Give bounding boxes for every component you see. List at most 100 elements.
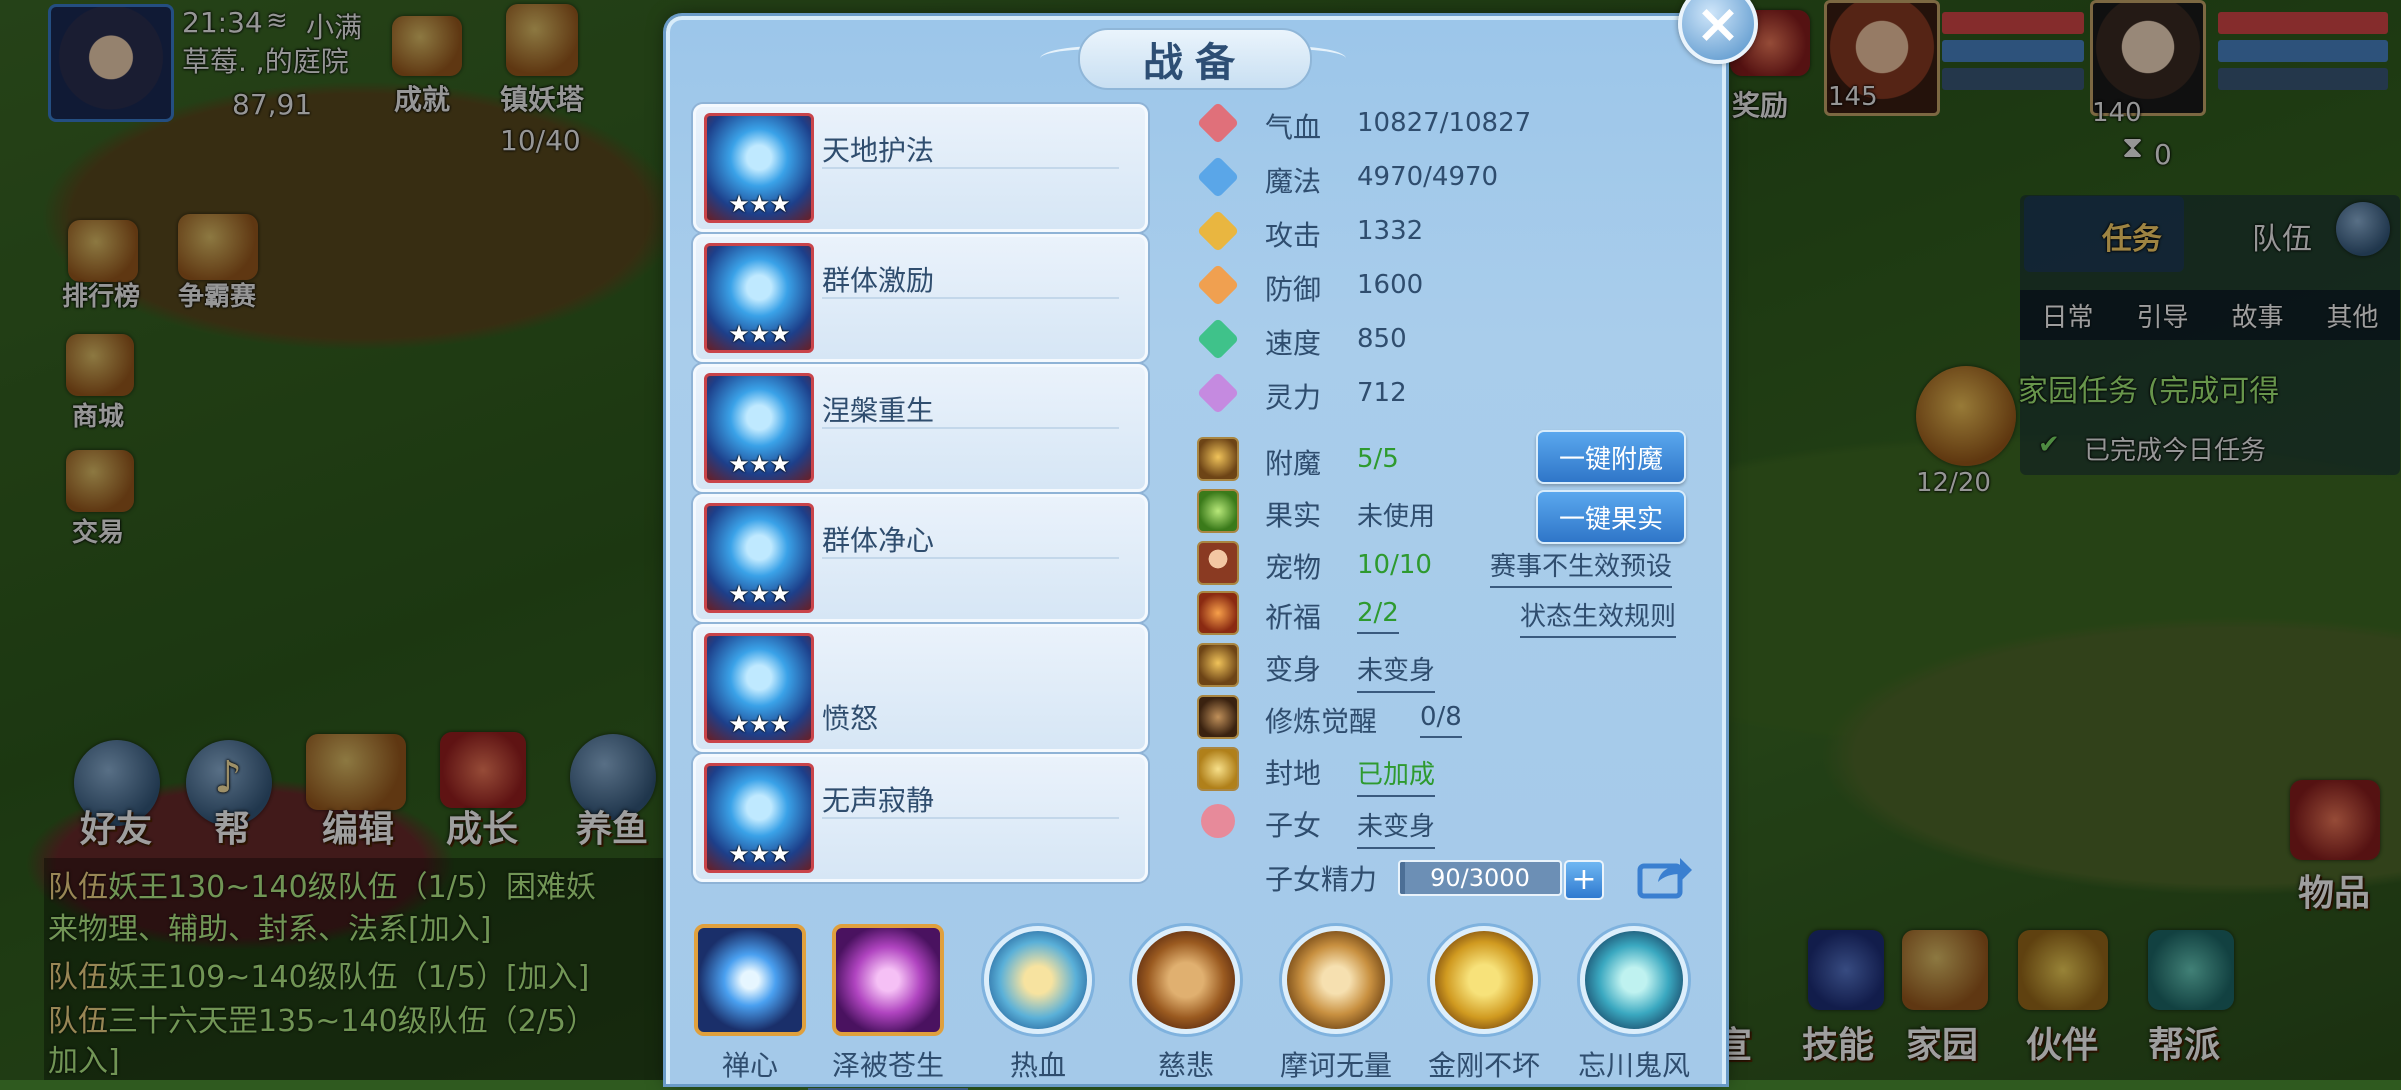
skill-name: 群体净心: [822, 524, 935, 557]
bottom-skill-mercy[interactable]: [1130, 924, 1242, 1036]
skill-card[interactable]: ★★★ 无声寂静: [693, 754, 1148, 882]
extra-label: 修炼觉醒: [1265, 705, 1378, 738]
stat-value: 1332: [1357, 216, 1424, 246]
skill-stars: ★★★: [728, 580, 791, 608]
skill-name: 无声寂静: [822, 784, 935, 817]
skill-stars: ★★★: [728, 450, 791, 478]
divider: [822, 427, 1119, 429]
skill-icon: ★★★: [704, 503, 814, 613]
stat-value: 10827/10827: [1357, 108, 1532, 138]
stat-value: 712: [1357, 378, 1407, 408]
transform-icon: [1197, 643, 1239, 687]
stat-label: 速度: [1265, 327, 1322, 360]
extra-label: 附魔: [1265, 447, 1322, 480]
spirit-icon: [1196, 371, 1240, 415]
extra-label: 祈福: [1265, 601, 1322, 634]
stat-label: 灵力: [1265, 381, 1322, 414]
pet-avatar-icon: [1197, 541, 1239, 585]
share-icon[interactable]: [1636, 852, 1694, 900]
fruit-value: 未使用: [1357, 502, 1436, 532]
skill-card[interactable]: ★★★ 天地护法: [693, 104, 1148, 232]
one-click-enchant-button[interactable]: 一键附魔: [1536, 430, 1686, 484]
skill-name: 愤怒: [822, 702, 879, 735]
skill-icon: ★★★: [704, 243, 814, 353]
extra-label: 封地: [1265, 757, 1322, 790]
bottom-skill-label: 热血: [1009, 1049, 1066, 1082]
blessing-value[interactable]: 2/2: [1357, 598, 1399, 634]
event-preset-link[interactable]: 赛事不生效预设: [1490, 546, 1673, 588]
extra-label: 子女: [1265, 809, 1322, 842]
fief-value[interactable]: 已加成: [1357, 754, 1436, 797]
enchant-icon: [1197, 437, 1239, 481]
blessing-icon: [1197, 591, 1239, 635]
bottom-skill-zen[interactable]: [694, 924, 806, 1036]
skill-stars: ★★★: [728, 190, 791, 218]
skill-frame: [694, 924, 806, 1036]
bottom-skill-infinite[interactable]: [1280, 924, 1392, 1036]
mana-icon: [1196, 155, 1240, 199]
skill-card[interactable]: ★★★ 群体净心: [693, 494, 1148, 622]
defense-icon: [1196, 263, 1240, 307]
dialog-title: 战备: [1078, 28, 1312, 90]
divider: [822, 817, 1119, 819]
extra-label: 果实: [1265, 499, 1322, 532]
add-energy-button[interactable]: +: [1564, 860, 1604, 900]
child-value[interactable]: 未变身: [1357, 806, 1436, 849]
stat-value: 4970/4970: [1357, 162, 1499, 192]
skill-icon: ★★★: [704, 633, 814, 743]
stat-value: 850: [1357, 324, 1407, 354]
bottom-skill-label: 忘川鬼风: [1577, 1049, 1690, 1082]
extra-label: 宠物: [1265, 551, 1322, 584]
stat-label: 魔法: [1265, 165, 1322, 198]
skill-name: 涅槃重生: [822, 394, 935, 427]
bottom-skill-label: 金刚不坏: [1427, 1049, 1540, 1082]
awaken-icon: [1197, 695, 1239, 739]
speed-icon: [1196, 317, 1240, 361]
skill-frame: [1282, 926, 1390, 1034]
bottom-skill-passion[interactable]: [982, 924, 1094, 1036]
skill-name: 群体激励: [822, 264, 935, 297]
stat-label: 气血: [1265, 111, 1322, 144]
bottom-skill-label: 摩诃无量: [1279, 1049, 1392, 1082]
stat-label: 攻击: [1265, 219, 1322, 252]
divider: [822, 167, 1119, 169]
skill-frame: [984, 926, 1092, 1034]
bottom-skill-label: 泽被苍生: [808, 1044, 968, 1090]
skill-frame: [1132, 926, 1240, 1034]
stat-value: 1600: [1357, 270, 1424, 300]
one-click-fruit-button[interactable]: 一键果实: [1536, 490, 1686, 544]
skill-stars: ★★★: [728, 320, 791, 348]
child-energy-bar: 90/3000: [1398, 860, 1562, 896]
transform-value[interactable]: 未变身: [1357, 650, 1436, 693]
attack-icon: [1196, 209, 1240, 253]
child-icon: [1197, 800, 1239, 842]
skill-card[interactable]: ★★★ 愤怒: [693, 624, 1148, 752]
skill-icon: ★★★: [704, 763, 814, 873]
status-rules-link[interactable]: 状态生效规则: [1520, 596, 1677, 638]
divider: [822, 557, 1119, 559]
skill-card[interactable]: ★★★ 涅槃重生: [693, 364, 1148, 492]
stat-label: 防御: [1265, 273, 1322, 306]
fruit-icon: [1197, 489, 1239, 533]
energy-value: 90/3000: [1430, 864, 1530, 892]
skill-icon: ★★★: [704, 373, 814, 483]
divider: [822, 297, 1119, 299]
skill-frame: [832, 924, 944, 1036]
skill-stars: ★★★: [728, 710, 791, 738]
skill-frame: [1430, 926, 1538, 1034]
bottom-skill-ghostwind[interactable]: [1578, 924, 1690, 1036]
awaken-value[interactable]: 0/8: [1420, 702, 1462, 738]
pet-value: 10/10: [1357, 550, 1432, 580]
bottom-skill-blessing[interactable]: [832, 924, 944, 1036]
skill-icon: ★★★: [704, 113, 814, 223]
skill-stars: ★★★: [728, 840, 791, 868]
extra-label: 变身: [1265, 653, 1322, 686]
bottom-skill-label: 禅心: [721, 1049, 778, 1082]
skill-card[interactable]: ★★★ 群体激励: [693, 234, 1148, 362]
bottom-skill-label: 慈悲: [1157, 1049, 1214, 1082]
bottom-skill-vajra[interactable]: [1428, 924, 1540, 1036]
enchant-value: 5/5: [1357, 444, 1399, 474]
skill-frame: [1580, 926, 1688, 1034]
fief-icon: [1197, 747, 1239, 791]
hp-icon: [1196, 101, 1240, 145]
